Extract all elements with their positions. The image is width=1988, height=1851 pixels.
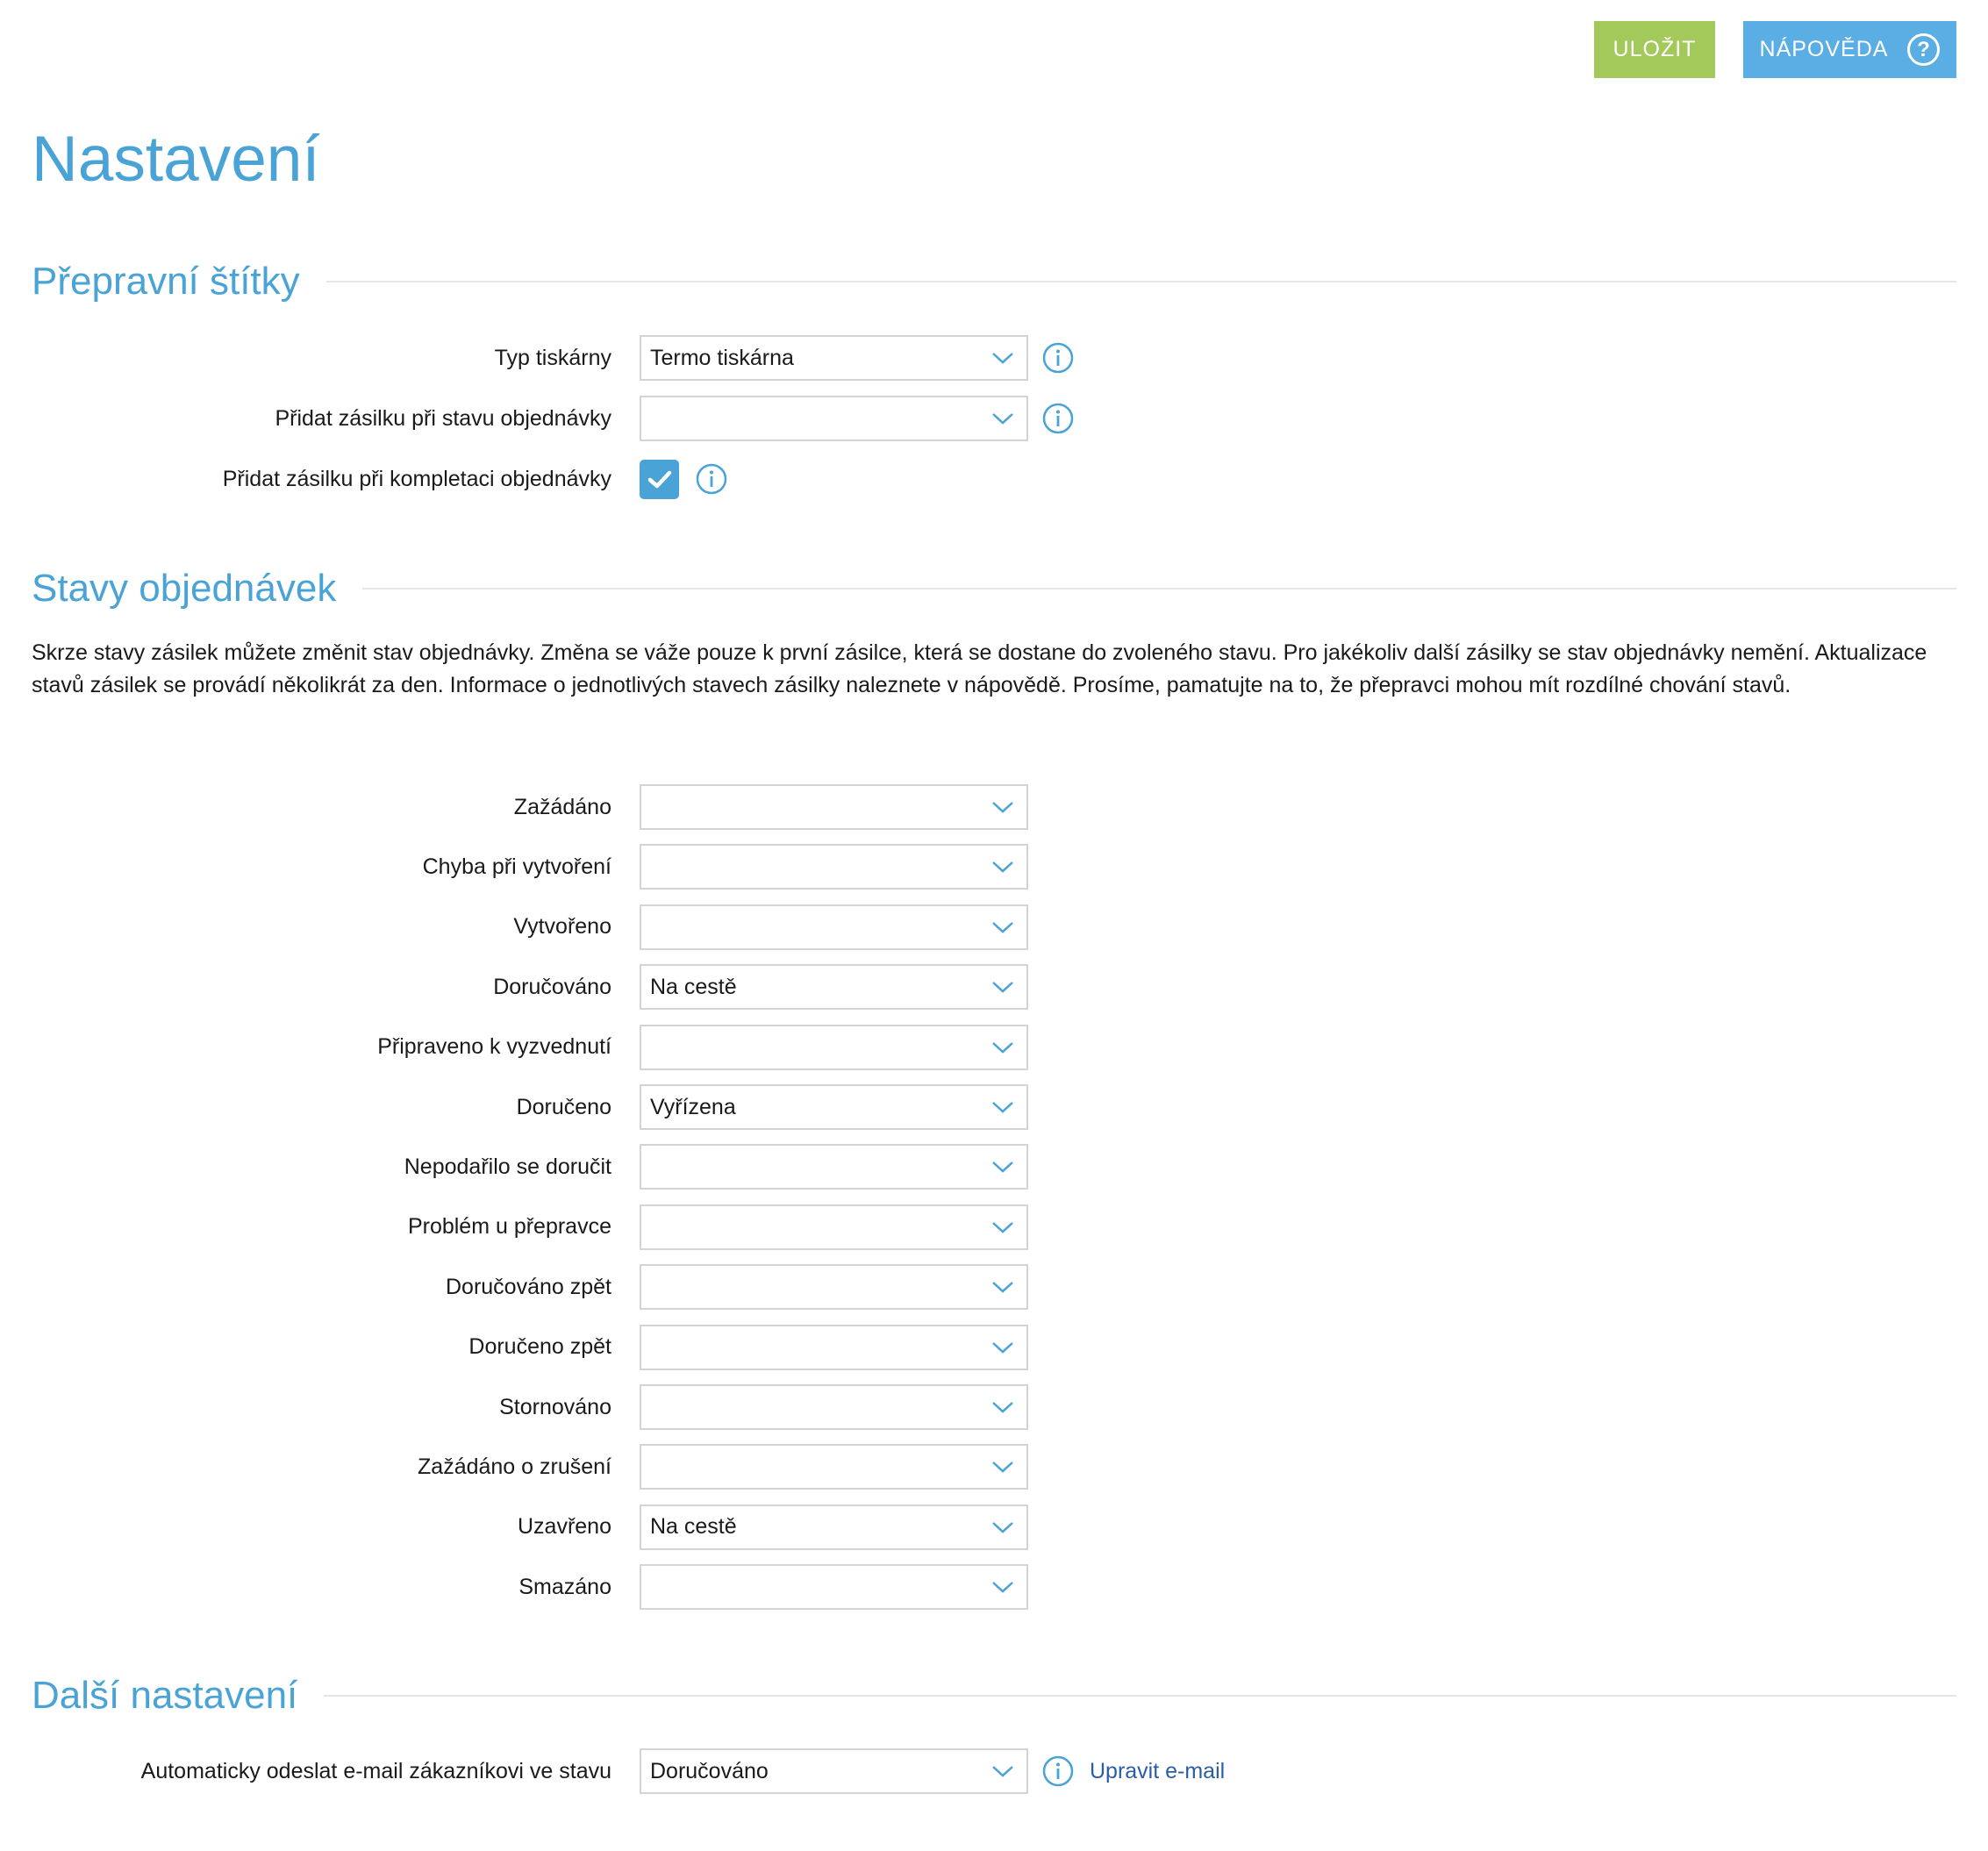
printer-type-value: Termo tiskárna	[650, 345, 794, 370]
state-row: Stornováno	[0, 1384, 1141, 1430]
state-label: Doručováno	[493, 974, 611, 999]
chevron-down-icon	[992, 1766, 1013, 1777]
add-on-complete-checkbox[interactable]	[640, 460, 679, 499]
chevron-down-icon	[992, 982, 1013, 993]
chevron-down-icon	[992, 1582, 1013, 1593]
state-select[interactable]	[640, 1144, 1028, 1190]
state-row: Chyba při vytvoření	[0, 844, 1141, 890]
chevron-down-icon	[992, 1161, 1013, 1174]
chevron-down-icon	[992, 1462, 1013, 1474]
add-on-complete-row: Přidat zásilku při kompletaci objednávky	[0, 456, 1141, 502]
section-labels-header: Přepravní štítky	[32, 260, 1956, 304]
state-value: Na cestě	[650, 1514, 737, 1540]
state-row: Doručováno Na cestě	[0, 964, 1141, 1011]
state-select[interactable]	[640, 784, 1028, 830]
chevron-down-icon	[992, 921, 1013, 933]
state-select[interactable]	[640, 1204, 1028, 1250]
section-states-header: Stavy objednávek	[32, 567, 1956, 611]
chevron-down-icon	[992, 1041, 1013, 1054]
state-select[interactable]	[640, 904, 1028, 950]
help-button-label: NÁPOVĚDA	[1759, 37, 1889, 61]
printer-type-label: Typ tiskárny	[494, 345, 611, 370]
state-select[interactable]: Na cestě	[640, 964, 1028, 1011]
state-label: Doručováno zpět	[445, 1274, 611, 1299]
state-select[interactable]	[640, 1564, 1028, 1611]
state-row: Doručováno zpět	[0, 1264, 1141, 1311]
state-label: Doručeno	[516, 1094, 611, 1119]
state-row: Nepodařilo se doručit	[0, 1144, 1141, 1190]
help-button[interactable]: NÁPOVĚDA ?	[1743, 21, 1956, 78]
state-label: Problém u přepravce	[407, 1214, 611, 1240]
email-status-row: Automaticky odeslat e-mail zákazníkovi v…	[0, 1748, 1316, 1794]
state-select[interactable]	[640, 1444, 1028, 1490]
section-divider	[362, 588, 1956, 590]
state-value: Na cestě	[650, 974, 737, 999]
add-on-complete-label: Přidat zásilku při kompletaci objednávky	[222, 466, 611, 491]
state-row: Smazáno	[0, 1564, 1141, 1611]
state-select[interactable]: Na cestě	[640, 1504, 1028, 1550]
state-row: Vytvořeno	[0, 904, 1141, 950]
save-button[interactable]: ULOŽIT	[1594, 21, 1715, 78]
chevron-down-icon	[992, 1102, 1013, 1113]
section-divider	[324, 1695, 1956, 1697]
state-label: Smazáno	[518, 1574, 611, 1599]
email-status-label: Automaticky odeslat e-mail zákazníkovi v…	[140, 1758, 611, 1783]
state-select[interactable]	[640, 1384, 1028, 1430]
section-states-title: Stavy objednávek	[32, 567, 337, 610]
states-description: Skrze stavy zásilek můžete změnit stav o…	[32, 640, 1927, 697]
info-icon[interactable]	[695, 462, 728, 496]
state-value: Vyřízena	[650, 1094, 736, 1119]
chevron-down-icon	[992, 1521, 1013, 1533]
state-select[interactable]	[640, 1324, 1028, 1370]
state-select[interactable]: Vyřízena	[640, 1084, 1028, 1130]
section-divider	[325, 281, 1956, 282]
state-label: Uzavřeno	[518, 1514, 611, 1540]
chevron-down-icon	[992, 1282, 1013, 1293]
state-row: Zažádáno o zrušení	[0, 1444, 1141, 1490]
chevron-down-icon	[992, 413, 1013, 425]
chevron-down-icon	[992, 1221, 1013, 1233]
state-label: Chyba při vytvoření	[422, 854, 611, 879]
info-icon[interactable]	[1041, 1755, 1075, 1788]
chevron-down-icon	[992, 1341, 1013, 1354]
state-label: Připraveno k vyzvednutí	[377, 1034, 611, 1060]
chevron-down-icon	[992, 353, 1013, 364]
state-row: Připraveno k vyzvednutí	[0, 1024, 1141, 1070]
printer-type-row: Typ tiskárny Termo tiskárna	[0, 335, 1141, 381]
chevron-down-icon	[992, 861, 1013, 874]
edit-email-link[interactable]: Upravit e-mail	[1090, 1759, 1225, 1784]
state-select[interactable]	[640, 1264, 1028, 1311]
state-label: Stornováno	[499, 1394, 611, 1419]
section-other-header: Další nastavení	[32, 1674, 1956, 1718]
section-labels-title: Přepravní štítky	[32, 260, 300, 303]
printer-type-select[interactable]: Termo tiskárna	[640, 335, 1028, 381]
info-icon[interactable]	[1041, 402, 1075, 435]
state-row: Doručeno Vyřízena	[0, 1084, 1141, 1130]
chevron-down-icon	[992, 1402, 1013, 1413]
state-select[interactable]	[640, 844, 1028, 890]
state-row: Zažádáno	[0, 784, 1141, 830]
add-on-status-row: Přidat zásilku při stavu objednávky	[0, 396, 1141, 441]
state-select[interactable]	[640, 1024, 1028, 1070]
help-icon: ?	[1907, 33, 1941, 66]
add-on-status-label: Přidat zásilku při stavu objednávky	[275, 405, 611, 431]
state-label: Zažádáno o zrušení	[418, 1454, 611, 1479]
email-status-value: Doručováno	[650, 1758, 769, 1783]
state-label: Nepodařilo se doručit	[404, 1154, 611, 1179]
state-label: Vytvořeno	[513, 914, 611, 940]
chevron-down-icon	[992, 802, 1013, 813]
state-row: Problém u přepravce	[0, 1204, 1141, 1250]
state-row: Uzavřeno Na cestě	[0, 1504, 1141, 1550]
add-on-status-select[interactable]	[640, 396, 1028, 441]
state-row: Doručeno zpět	[0, 1324, 1141, 1370]
state-label: Zažádáno	[513, 794, 611, 819]
toolbar: ULOŽIT NÁPOVĚDA ?	[1594, 21, 1956, 78]
email-status-select[interactable]: Doručováno	[640, 1748, 1028, 1794]
state-label: Doručeno zpět	[468, 1334, 611, 1360]
section-other-title: Další nastavení	[32, 1674, 298, 1717]
page-title: Nastavení	[32, 124, 320, 195]
info-icon[interactable]	[1041, 341, 1075, 375]
checkmark-icon	[647, 470, 671, 488]
